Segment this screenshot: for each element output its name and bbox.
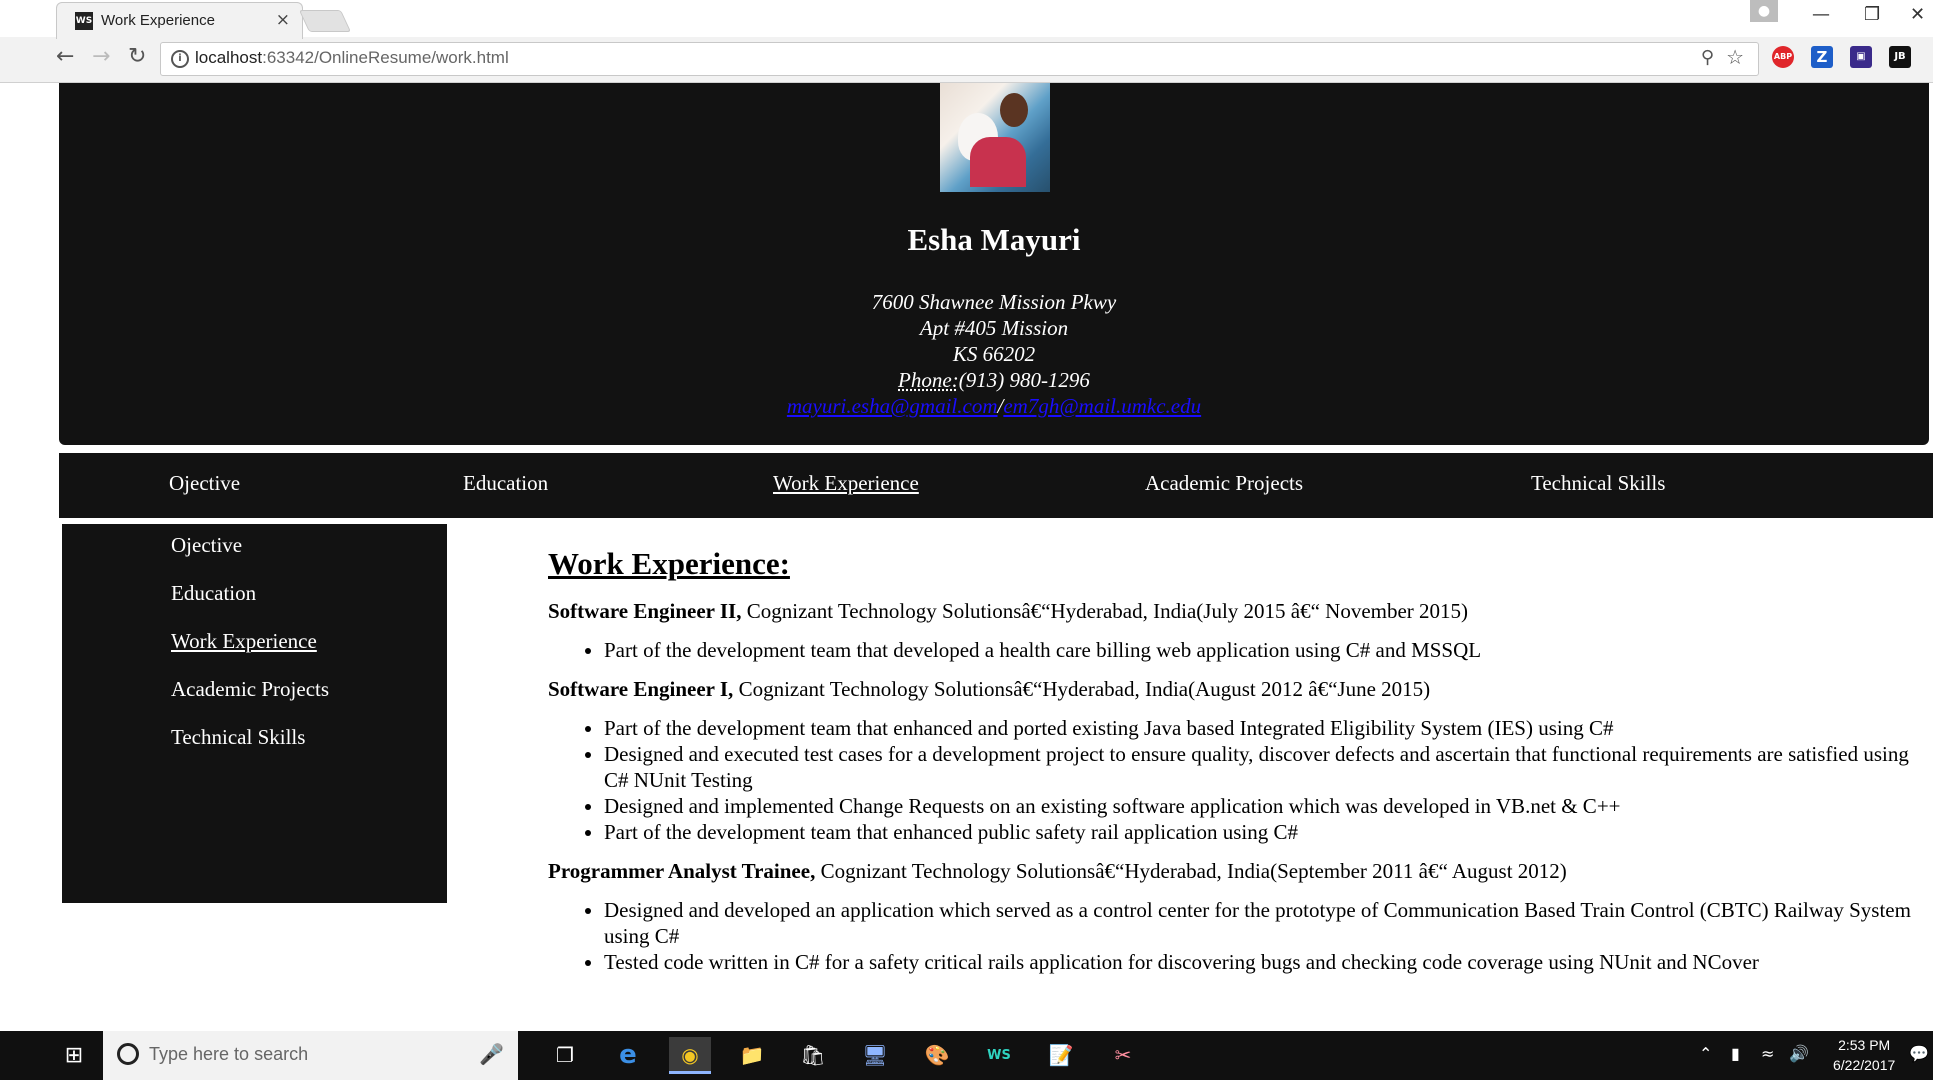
nav-education[interactable]: Education — [463, 471, 548, 496]
bookmark-star-icon[interactable]: ☆ — [1726, 45, 1744, 69]
wifi-icon[interactable]: ≈ — [1761, 1044, 1774, 1063]
list-item: Tested code written in C# for a safety c… — [604, 949, 1918, 975]
volume-icon[interactable]: 🔊 — [1789, 1044, 1809, 1063]
job-heading: Programmer Analyst Trainee, Cognizant Te… — [548, 858, 1918, 884]
notepad-icon[interactable]: 📝 — [1040, 1037, 1082, 1074]
extension-icon[interactable]: ▣ — [1850, 46, 1872, 68]
url-host: localhost — [195, 48, 263, 67]
browser-chrome: WS Work Experience × ● — ❐ ✕ ← → ↻ i loc… — [0, 0, 1933, 83]
webstorm-favicon-icon: WS — [75, 12, 93, 30]
nav-objective[interactable]: Ojective — [169, 471, 240, 496]
phone-label: Phone: — [898, 368, 959, 392]
paint-icon[interactable]: 🎨 — [916, 1037, 958, 1074]
email-link-gmail[interactable]: mayuri.esha@gmail.com — [787, 394, 998, 418]
job-bullet-list: Part of the development team that develo… — [548, 637, 1918, 663]
sidebar-item-academic-projects[interactable]: Academic Projects — [171, 677, 329, 702]
phone-number: (913) 980-1296 — [958, 368, 1090, 392]
tab-title: Work Experience — [101, 12, 215, 29]
address-line: Apt #405 Mission — [919, 316, 1069, 340]
address-line: KS 66202 — [952, 342, 1036, 366]
url-text[interactable]: localhost:63342/OnlineResume/work.html — [195, 48, 509, 68]
system-tray: ⌃ ▮ ≈ 🔊 2:53 PM 6/22/2017 💬 — [1673, 1031, 1933, 1080]
sidebar-item-work-experience[interactable]: Work Experience — [171, 629, 317, 654]
contact-block: 7600 Shawnee Mission Pkwy Apt #405 Missi… — [59, 289, 1929, 419]
clock-time: 2:53 PM — [1838, 1037, 1891, 1053]
resume-header: Esha Mayuri 7600 Shawnee Mission Pkwy Ap… — [59, 83, 1929, 445]
close-tab-icon[interactable]: × — [276, 10, 290, 30]
sidebar-item-education[interactable]: Education — [171, 581, 256, 606]
tab-strip: WS Work Experience × ● — ❐ ✕ — [0, 0, 1933, 39]
list-item: Designed and developed an application wh… — [604, 897, 1918, 949]
sidebar-item-technical-skills[interactable]: Technical Skills — [171, 725, 305, 750]
restore-icon[interactable]: ❐ — [1864, 4, 1880, 25]
new-tab-button[interactable] — [298, 10, 352, 32]
url-path: :63342/OnlineResume/work.html — [262, 48, 509, 67]
list-item: Part of the development team that enhanc… — [604, 819, 1918, 845]
nav-academic-projects[interactable]: Academic Projects — [1145, 471, 1303, 496]
chevron-up-icon[interactable]: ⌃ — [1699, 1044, 1712, 1063]
edge-browser-icon[interactable]: e — [607, 1037, 649, 1074]
back-arrow-icon[interactable]: ← — [56, 44, 74, 69]
email-link-umkc[interactable]: em7gh@mail.umkc.edu — [1003, 394, 1201, 418]
search-placeholder: Type here to search — [149, 1044, 309, 1064]
battery-icon[interactable]: ▮ — [1731, 1044, 1740, 1063]
zoom-icon[interactable]: ⚲ — [1701, 47, 1714, 68]
phone-line: Phone:(913) 980-1296 — [59, 367, 1929, 393]
browser-tab[interactable]: WS Work Experience × — [56, 2, 303, 39]
close-window-icon[interactable]: ✕ — [1910, 4, 1925, 25]
job-details: Cognizant Technology Solutionsâ€“Hyderab… — [820, 859, 1567, 883]
address-line: 7600 Shawnee Mission Pkwy — [871, 290, 1117, 314]
list-item: Part of the development team that develo… — [604, 637, 1918, 663]
file-explorer-icon[interactable]: 📁 — [731, 1037, 773, 1074]
reload-icon[interactable]: ↻ — [128, 44, 146, 69]
chrome-icon[interactable]: ◉ — [669, 1037, 711, 1074]
sidebar-navigation: Ojective Education Work Experience Acade… — [62, 524, 447, 903]
clock-date: 6/22/2017 — [1833, 1057, 1896, 1073]
list-item: Designed and implemented Change Requests… — [604, 793, 1918, 819]
list-item: Designed and executed test cases for a d… — [604, 741, 1918, 793]
job-role: Software Engineer II, — [548, 599, 742, 623]
job-heading: Software Engineer II, Cognizant Technolo… — [548, 598, 1918, 624]
job-role: Programmer Analyst Trainee, — [548, 859, 816, 883]
microphone-icon[interactable]: 🎤 — [479, 1042, 504, 1066]
job-bullet-list: Part of the development team that enhanc… — [548, 715, 1918, 845]
sidebar-item-objective[interactable]: Ojective — [171, 533, 242, 558]
task-view-icon[interactable]: ❐ — [544, 1037, 586, 1074]
nav-technical-skills[interactable]: Technical Skills — [1531, 471, 1665, 496]
person-name: Esha Mayuri — [907, 222, 1081, 257]
section-title: Work Experience: — [548, 546, 790, 581]
forward-arrow-icon[interactable]: → — [92, 44, 110, 69]
remote-desktop-icon[interactable]: 🖥 — [854, 1037, 896, 1074]
windows-start-icon[interactable]: ⊞ — [45, 1031, 103, 1080]
job-details: Cognizant Technology Solutionsâ€“Hyderab… — [738, 677, 1431, 701]
top-navigation: Ojective Education Work Experience Acade… — [59, 453, 1933, 518]
store-icon[interactable]: 🛍 — [792, 1037, 834, 1074]
nav-work-experience[interactable]: Work Experience — [773, 471, 919, 496]
job-details: Cognizant Technology Solutionsâ€“Hyderab… — [746, 599, 1469, 623]
profile-photo — [940, 83, 1050, 192]
snipping-tool-icon[interactable]: ✂ — [1102, 1037, 1144, 1074]
cortana-icon — [117, 1043, 139, 1065]
windows-taskbar: ⊞ Type here to search 🎤 ❐ e ◉ 📁 🛍 🖥 🎨 WS… — [0, 1031, 1933, 1080]
profile-icon[interactable]: ● — [1750, 0, 1778, 22]
address-bar[interactable]: i localhost:63342/OnlineResume/work.html… — [160, 42, 1759, 76]
clock[interactable]: 2:53 PM 6/22/2017 — [1833, 1035, 1895, 1075]
work-experience-section: Work Experience: Software Engineer II, C… — [548, 546, 1918, 988]
job-role: Software Engineer I, — [548, 677, 734, 701]
job-bullet-list: Designed and developed an application wh… — [548, 897, 1918, 975]
minimize-icon[interactable]: — — [1812, 4, 1830, 25]
job-heading: Software Engineer I, Cognizant Technolog… — [548, 676, 1918, 702]
info-icon[interactable]: i — [171, 50, 189, 68]
page-viewport: Esha Mayuri 7600 Shawnee Mission Pkwy Ap… — [0, 83, 1933, 1031]
email-line: mayuri.esha@gmail.com/em7gh@mail.umkc.ed… — [59, 393, 1929, 419]
jetbrains-icon[interactable]: JB — [1889, 46, 1911, 68]
notifications-icon[interactable]: 💬 — [1909, 1044, 1929, 1063]
taskbar-search-box[interactable]: Type here to search 🎤 — [103, 1031, 518, 1080]
webstorm-icon[interactable]: WS — [978, 1037, 1020, 1074]
adblock-icon[interactable]: ABP — [1772, 46, 1794, 68]
list-item: Part of the development team that enhanc… — [604, 715, 1918, 741]
zotero-icon[interactable]: Z — [1811, 46, 1833, 68]
